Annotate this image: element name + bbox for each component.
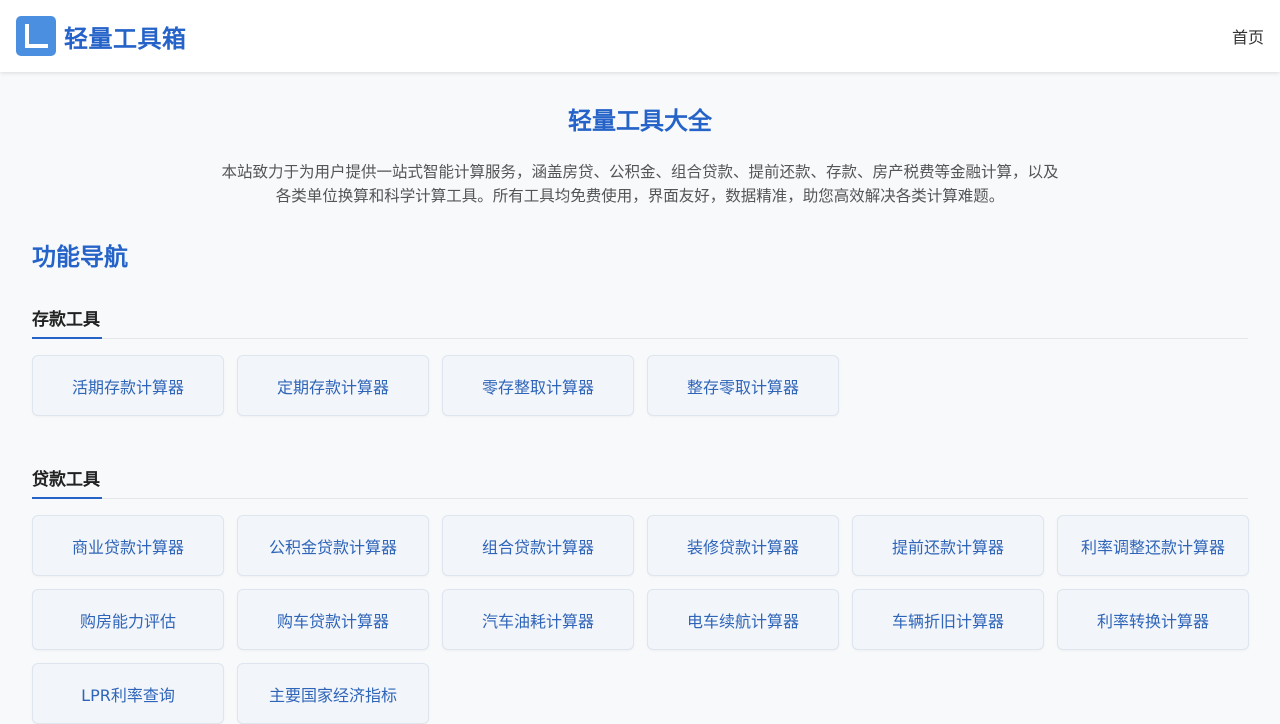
tool-button[interactable]: 主要国家经济指标	[237, 663, 429, 724]
tool-button[interactable]: 电车续航计算器	[647, 589, 839, 650]
tool-button[interactable]: 商业贷款计算器	[32, 515, 224, 576]
tool-button[interactable]: 整存零取计算器	[647, 355, 839, 416]
tool-button[interactable]: 公积金贷款计算器	[237, 515, 429, 576]
tool-button[interactable]: 车辆折旧计算器	[852, 589, 1044, 650]
group-title: 贷款工具	[32, 470, 100, 490]
brand-name[interactable]: 轻量工具箱	[64, 19, 187, 54]
tool-button[interactable]: 汽车油耗计算器	[442, 589, 634, 650]
group-deposit-tools: 存款工具 活期存款计算器 定期存款计算器 零存整取计算器 整存零取计算器	[32, 295, 1248, 416]
tool-button[interactable]: 购房能力评估	[32, 589, 224, 650]
nav-home-link[interactable]: 首页	[1232, 24, 1264, 48]
tool-button[interactable]: 购车贷款计算器	[237, 589, 429, 650]
group-header: 存款工具	[32, 295, 1248, 339]
main-content: 轻量工具大全 本站致力于为用户提供一站式智能计算服务，涵盖房贷、公积金、组合贷款…	[0, 72, 1280, 724]
tool-button[interactable]: LPR利率查询	[32, 663, 224, 724]
intro-line-2: 各类单位换算和科学计算工具。所有工具均免费使用，界面友好，数据精准，助您高效解决…	[275, 187, 1005, 205]
group-title-underline	[32, 337, 102, 339]
group-title: 存款工具	[32, 310, 100, 330]
tool-button[interactable]: 活期存款计算器	[32, 355, 224, 416]
tool-button[interactable]: 组合贷款计算器	[442, 515, 634, 576]
tool-grid: 商业贷款计算器 公积金贷款计算器 组合贷款计算器 装修贷款计算器 提前还款计算器…	[32, 515, 1249, 724]
tool-button[interactable]: 提前还款计算器	[852, 515, 1044, 576]
section-title: 功能导航	[32, 243, 128, 271]
site-header: 轻量工具箱 首页	[0, 0, 1280, 72]
tool-button[interactable]: 零存整取计算器	[442, 355, 634, 416]
group-loan-tools: 贷款工具 商业贷款计算器 公积金贷款计算器 组合贷款计算器 装修贷款计算器 提前…	[32, 455, 1249, 724]
page-title: 轻量工具大全	[568, 107, 712, 135]
logo-icon	[16, 16, 56, 56]
tool-button[interactable]: 利率调整还款计算器	[1057, 515, 1249, 576]
intro-text: 本站致力于为用户提供一站式智能计算服务，涵盖房贷、公积金、组合贷款、提前还款、存…	[200, 160, 1080, 208]
tool-grid: 活期存款计算器 定期存款计算器 零存整取计算器 整存零取计算器	[32, 355, 1248, 416]
group-title-underline	[32, 497, 102, 499]
tool-button[interactable]: 定期存款计算器	[237, 355, 429, 416]
group-header: 贷款工具	[32, 455, 1248, 499]
tool-button[interactable]: 装修贷款计算器	[647, 515, 839, 576]
intro-line-1: 本站致力于为用户提供一站式智能计算服务，涵盖房贷、公积金、组合贷款、提前还款、存…	[221, 163, 1059, 181]
tool-button[interactable]: 利率转换计算器	[1057, 589, 1249, 650]
brand[interactable]: 轻量工具箱	[16, 16, 187, 56]
